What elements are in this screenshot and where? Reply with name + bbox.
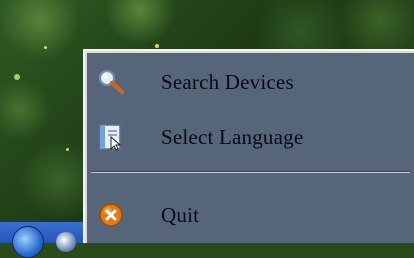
menu-item-label: Select Language bbox=[161, 124, 304, 149]
context-menu-body: Search Devices Select Language Quit bbox=[87, 53, 414, 243]
menu-item-quit[interactable]: Quit bbox=[87, 190, 414, 240]
wallpaper-speck bbox=[44, 46, 47, 49]
menu-separator-highlight bbox=[91, 172, 410, 173]
context-menu: Search Devices Select Language Quit bbox=[83, 49, 414, 243]
menu-item-label: Quit bbox=[161, 202, 200, 227]
wallpaper-speck bbox=[155, 44, 159, 48]
magnifier-icon bbox=[98, 69, 125, 95]
menu-item-select-language[interactable]: Select Language bbox=[87, 112, 414, 162]
tray-app-icon[interactable] bbox=[56, 232, 76, 252]
quit-icon bbox=[99, 203, 123, 227]
language-book-icon bbox=[99, 124, 122, 151]
menu-item-label: Search Devices bbox=[161, 69, 294, 94]
wallpaper-speck bbox=[14, 74, 20, 80]
menu-item-search-devices[interactable]: Search Devices bbox=[87, 57, 414, 107]
tray-network-icon[interactable] bbox=[12, 226, 44, 258]
wallpaper-speck bbox=[66, 148, 69, 151]
